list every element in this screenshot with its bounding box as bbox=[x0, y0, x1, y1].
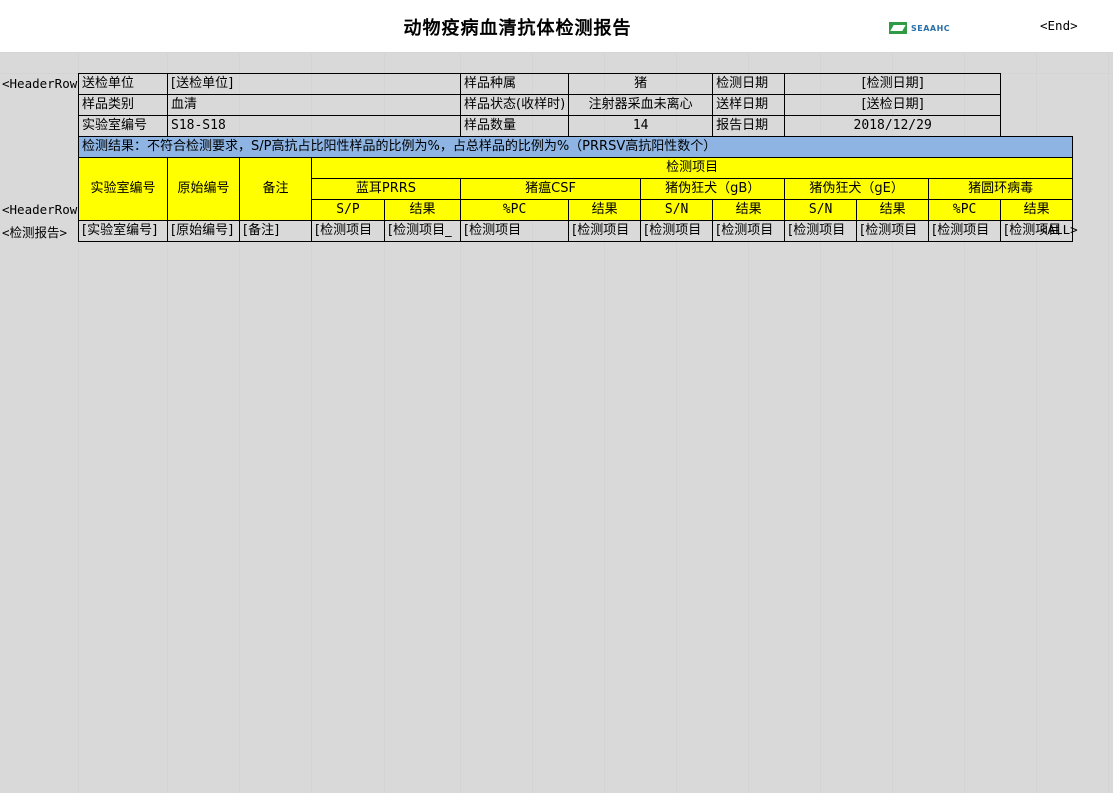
cell-value[interactable]: 猪 bbox=[568, 73, 714, 95]
end-marker[interactable]: <End> bbox=[1040, 18, 1078, 33]
data-cell[interactable]: [检测项目 bbox=[928, 220, 1002, 242]
cell-value[interactable]: [送检日期] bbox=[784, 94, 1002, 116]
cell-value[interactable]: [检测日期] bbox=[784, 73, 1002, 95]
cell-value[interactable]: 血清 bbox=[167, 94, 461, 116]
report-marker[interactable]: <检测报告> bbox=[2, 222, 78, 241]
company-logo: SEAAHC bbox=[889, 20, 950, 36]
cell-value[interactable]: 注射器采血未离心 bbox=[568, 94, 714, 116]
cell-value[interactable]: S18-S18 bbox=[167, 115, 461, 137]
header-items[interactable]: 检测项目 bbox=[310, 157, 1074, 179]
cell-value[interactable]: 2018/12/29 bbox=[784, 115, 1002, 137]
header-sub[interactable]: 结果 bbox=[712, 199, 786, 221]
header-sub[interactable]: 结果 bbox=[1000, 199, 1074, 221]
header-row-marker-1[interactable]: <HeaderRow bbox=[2, 76, 78, 91]
info-row: 实验室编号 S18-S18 样品数量 14 报告日期 2018/12/29 bbox=[78, 115, 1073, 137]
info-row: 送检单位 [送检单位] 样品种属 猪 检测日期 [检测日期] bbox=[78, 73, 1073, 95]
header-sub[interactable]: 结果 bbox=[568, 199, 642, 221]
data-cell[interactable]: [检测项目_ bbox=[384, 220, 461, 242]
result-row: 检测结果：不符合检测要求，S/P高抗占比阳性样品的比例为%，占总样品的比例为%（… bbox=[77, 136, 1074, 158]
data-cell[interactable]: [检测项目 bbox=[568, 220, 642, 242]
header-lab-no[interactable]: 实验室编号 bbox=[78, 157, 168, 221]
cell-label[interactable]: 实验室编号 bbox=[78, 115, 168, 137]
header-group-ge[interactable]: 猪伪狂犬（gE） bbox=[784, 178, 930, 200]
cell-label[interactable]: 样品数量 bbox=[459, 115, 570, 137]
report-title: 动物疫病血清抗体检测报告 bbox=[403, 18, 632, 39]
data-cell[interactable]: [检测项目 bbox=[712, 220, 786, 242]
data-cell[interactable]: [检测项目 bbox=[311, 220, 385, 242]
cell-label[interactable]: 报告日期 bbox=[712, 115, 786, 137]
cell-value[interactable]: [送检单位] bbox=[167, 73, 461, 95]
data-template-row: [实验室编号] [原始编号] [备注] [检测项目 [检测项目_ [检测项目 [… bbox=[78, 220, 1074, 242]
header-sub[interactable]: 结果 bbox=[384, 199, 461, 221]
data-cell[interactable]: [检测项目 bbox=[784, 220, 858, 242]
header-group-pcv[interactable]: 猪圆环病毒 bbox=[928, 178, 1074, 200]
data-cell[interactable]: [实验室编号] bbox=[78, 220, 168, 242]
logo-text: SEAAHC bbox=[911, 23, 951, 33]
cell-label[interactable]: 样品种属 bbox=[459, 73, 570, 95]
header-sub[interactable]: S/N bbox=[640, 199, 714, 221]
cell-label[interactable]: 样品状态(收样时) bbox=[459, 94, 570, 116]
header-sub[interactable]: %PC bbox=[928, 199, 1002, 221]
cell-value[interactable]: 14 bbox=[568, 115, 714, 137]
logo-mark-icon bbox=[889, 22, 907, 34]
header-group-csf[interactable]: 猪瘟CSF bbox=[459, 178, 642, 200]
header-orig-no[interactable]: 原始编号 bbox=[167, 157, 240, 221]
info-row: 样品类别 血清 样品状态(收样时) 注射器采血未离心 送样日期 [送检日期] bbox=[78, 94, 1073, 116]
header-sub[interactable]: 结果 bbox=[856, 199, 930, 221]
result-summary-cell[interactable]: 检测结果：不符合检测要求，S/P高抗占比阳性样品的比例为%，占总样品的比例为%（… bbox=[77, 136, 1074, 158]
header-row: 实验室编号 原始编号 备注 检测项目 bbox=[78, 157, 1074, 221]
data-cell[interactable]: [检测项目 bbox=[459, 220, 570, 242]
header-sub[interactable]: S/N bbox=[784, 199, 858, 221]
data-cell[interactable]: [检测项目 bbox=[640, 220, 714, 242]
header-group-prrs[interactable]: 蓝耳PRRS bbox=[311, 178, 461, 200]
data-cell[interactable]: [检测项目 bbox=[856, 220, 930, 242]
cell-label[interactable]: 检测日期 bbox=[712, 73, 786, 95]
header-sub[interactable]: S/P bbox=[311, 199, 385, 221]
data-cell[interactable]: [原始编号] bbox=[167, 220, 240, 242]
data-cell[interactable]: [检测项目 bbox=[1000, 220, 1074, 242]
header-group-gb[interactable]: 猪伪狂犬（gB） bbox=[640, 178, 786, 200]
header-sub[interactable]: %PC bbox=[459, 199, 570, 221]
report-table: 送检单位 [送检单位] 样品种属 猪 检测日期 [检测日期] 样品类别 血清 样… bbox=[77, 73, 1074, 242]
cell-label[interactable]: 送检单位 bbox=[78, 73, 168, 95]
data-cell[interactable]: [备注] bbox=[239, 220, 312, 242]
header-row-marker-2[interactable]: <HeaderRow bbox=[2, 202, 78, 217]
cell-label[interactable]: 送样日期 bbox=[712, 94, 786, 116]
header-remark[interactable]: 备注 bbox=[239, 157, 312, 221]
cell-label[interactable]: 样品类别 bbox=[78, 94, 168, 116]
